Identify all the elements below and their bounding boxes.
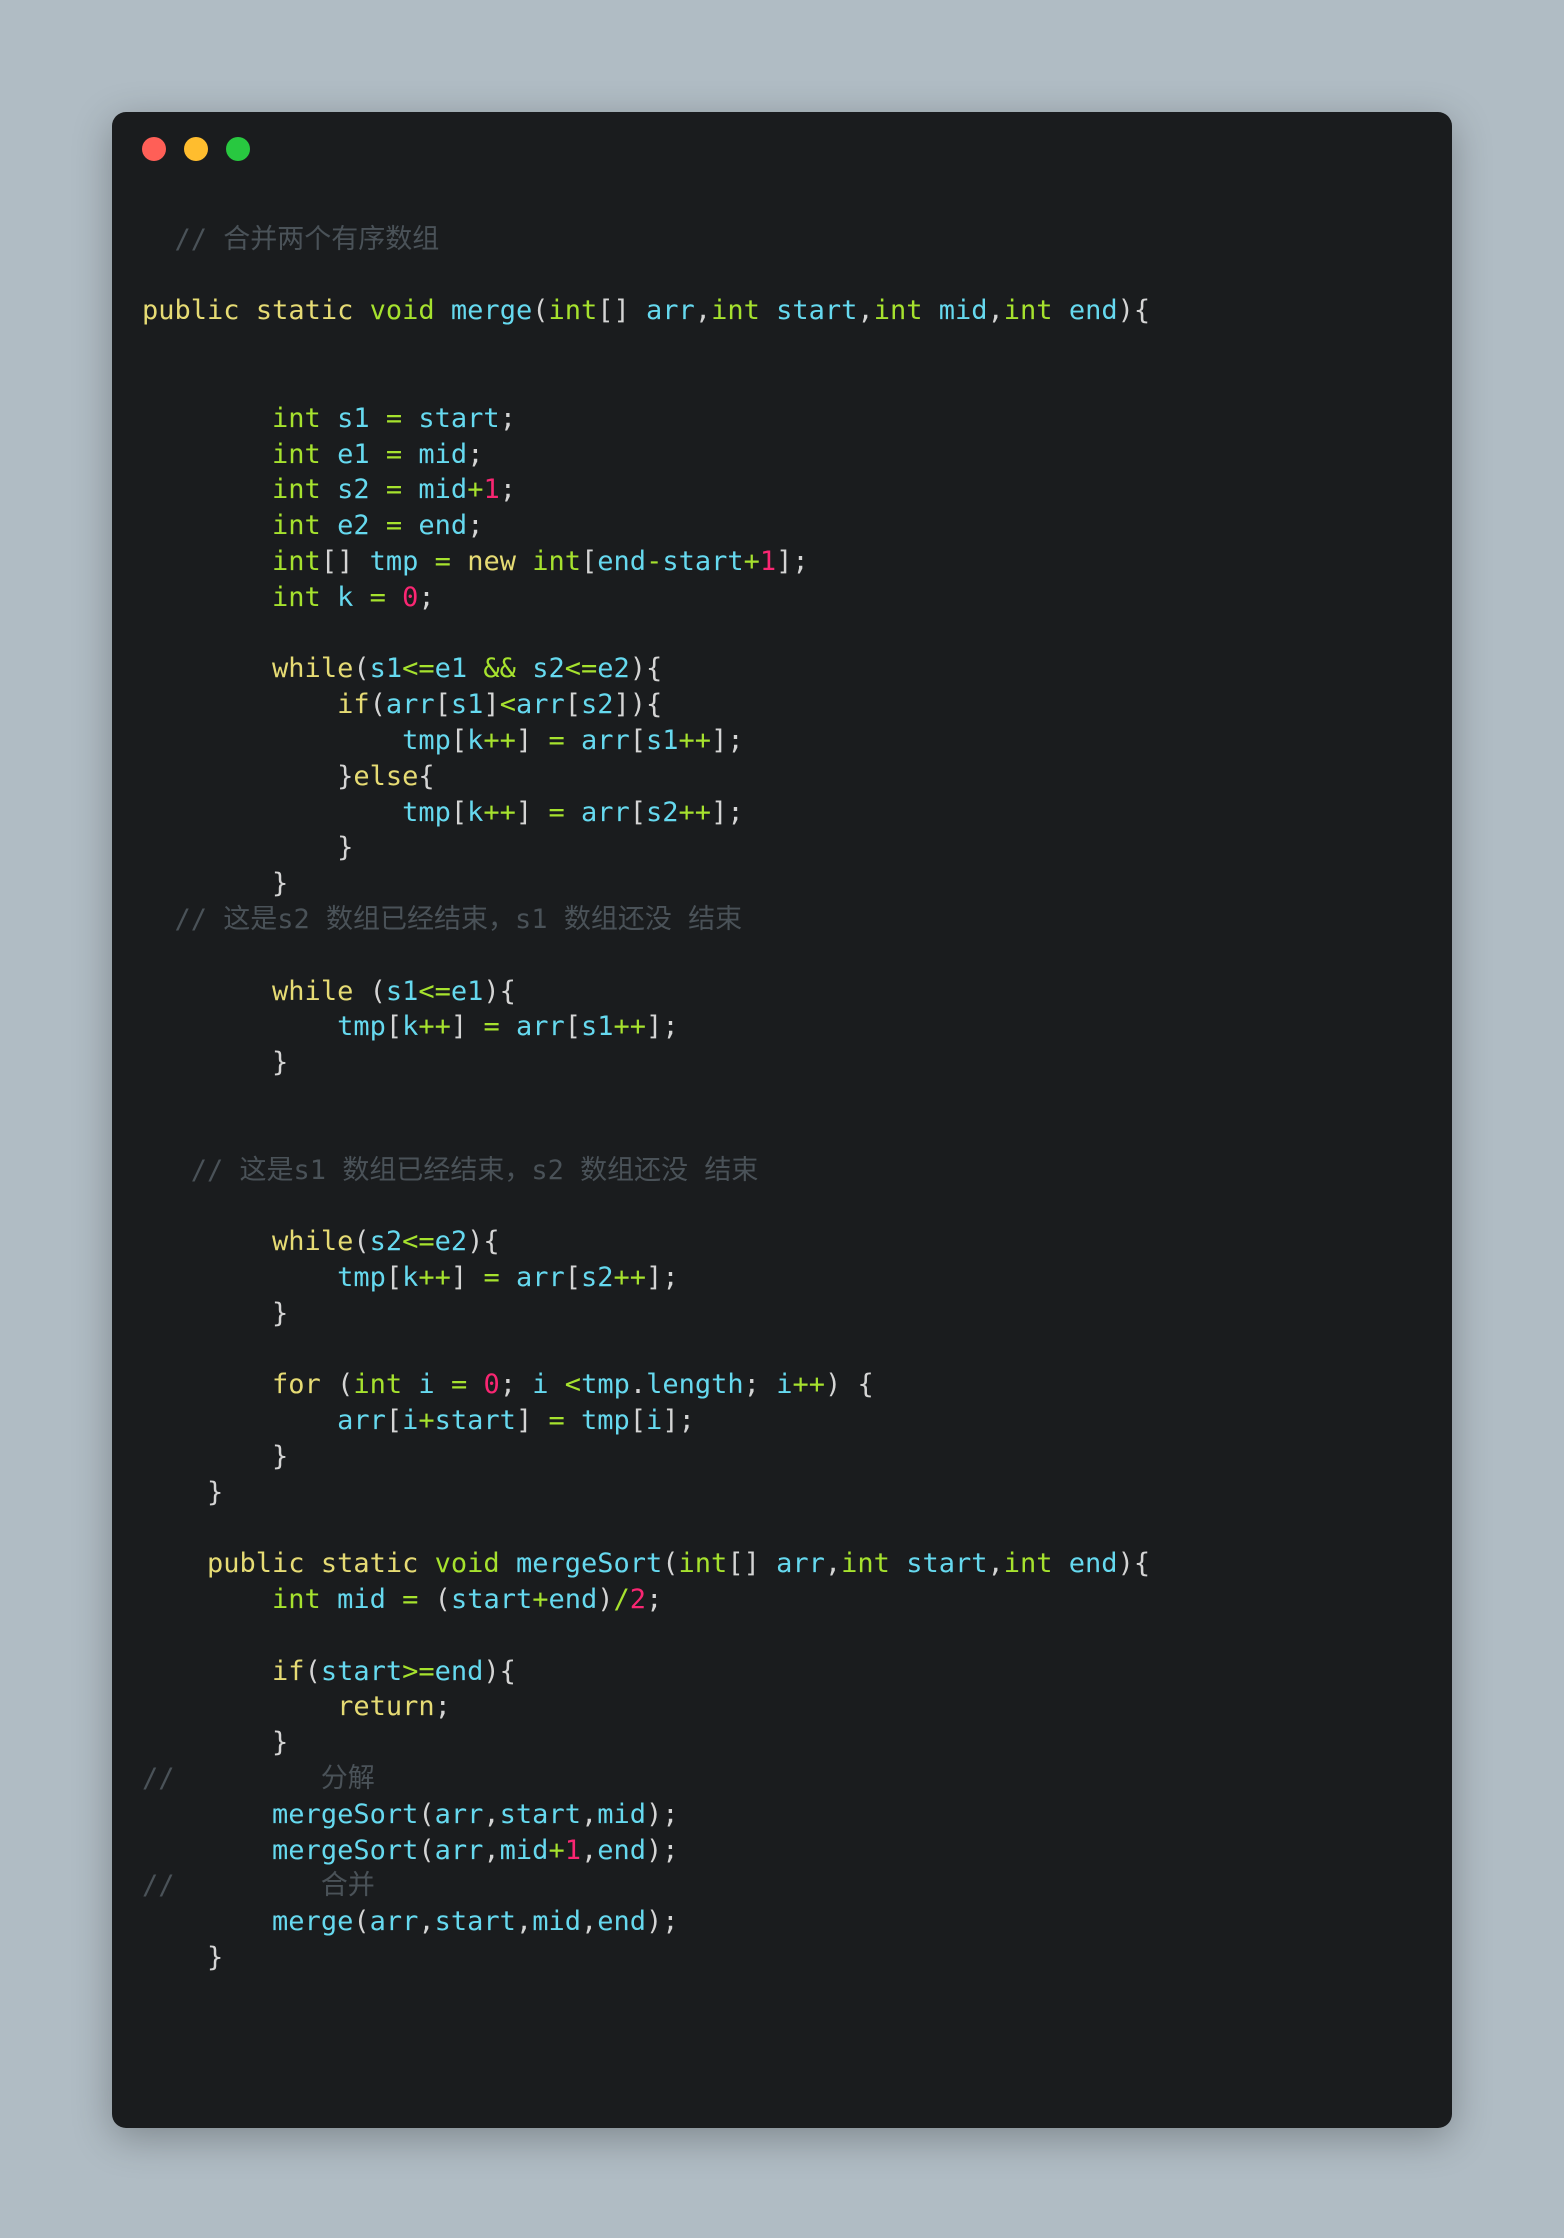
maximize-button-icon[interactable] <box>226 137 250 161</box>
code-line: } <box>272 868 289 900</box>
code-line: if(arr[s1]<arr[s2]){ <box>337 689 663 721</box>
code-line: tmp[k++] = arr[s1++]; <box>402 724 744 756</box>
code-line: // 合并 <box>142 1870 375 1902</box>
window-titlebar <box>112 112 1452 186</box>
code-line: int[] tmp = new int[end-start+1]; <box>272 545 809 577</box>
code-line: } <box>272 1727 289 1759</box>
code-line: } <box>272 1047 289 1079</box>
code-line: if(start>=end){ <box>272 1655 516 1687</box>
code-line: int s1 = start; <box>272 402 516 434</box>
code-line: // 这是s2 数组已经结束，s1 数组还没 结束 <box>174 903 743 935</box>
code-line: tmp[k++] = arr[s2++]; <box>402 796 744 828</box>
code-line: int mid = (start+end)/2; <box>272 1584 663 1616</box>
code-line: tmp[k++] = arr[s2++]; <box>337 1261 679 1293</box>
code-line: while (s1<=e1){ <box>272 975 516 1007</box>
code-line: mergeSort(arr,start,mid); <box>272 1798 679 1830</box>
code-line: } <box>272 1440 289 1472</box>
code-line: // 这是s1 数组已经结束，s2 数组还没 结束 <box>190 1154 759 1186</box>
code-line: mergeSort(arr,mid+1,end); <box>272 1834 679 1866</box>
code-line: return; <box>337 1691 451 1723</box>
close-button-icon[interactable] <box>142 137 166 161</box>
code-line: }else{ <box>337 760 435 792</box>
code-line: tmp[k++] = arr[s1++]; <box>337 1011 679 1043</box>
code-line: arr[i+start] = tmp[i]; <box>337 1405 695 1437</box>
code-line: public static void mergeSort(int[] arr,i… <box>207 1548 1151 1580</box>
code-line: merge(arr,start,mid,end); <box>272 1906 679 1938</box>
code-line: } <box>272 1297 289 1329</box>
code-line: } <box>207 1942 224 1974</box>
code-line: while(s2<=e2){ <box>272 1226 500 1258</box>
code-line: // 合并两个有序数组 <box>174 223 440 255</box>
code-line: while(s1<=e1 && s2<=e2){ <box>272 653 663 685</box>
code-line: int s2 = mid+1; <box>272 474 516 506</box>
code-line: } <box>207 1476 224 1508</box>
code-line: for (int i = 0; i <tmp.length; i++) { <box>272 1369 874 1401</box>
code-line: int k = 0; <box>272 581 435 613</box>
code-line: // 分解 <box>142 1763 375 1795</box>
code-window: // 合并两个有序数组 public static void merge(int… <box>112 112 1452 2128</box>
minimize-button-icon[interactable] <box>184 137 208 161</box>
code-line: public static void merge(int[] arr,int s… <box>142 295 1151 327</box>
code-editor[interactable]: // 合并两个有序数组 public static void merge(int… <box>112 186 1452 1976</box>
code-line: } <box>337 832 354 864</box>
code-line: int e2 = end; <box>272 510 484 542</box>
code-line: int e1 = mid; <box>272 438 484 470</box>
